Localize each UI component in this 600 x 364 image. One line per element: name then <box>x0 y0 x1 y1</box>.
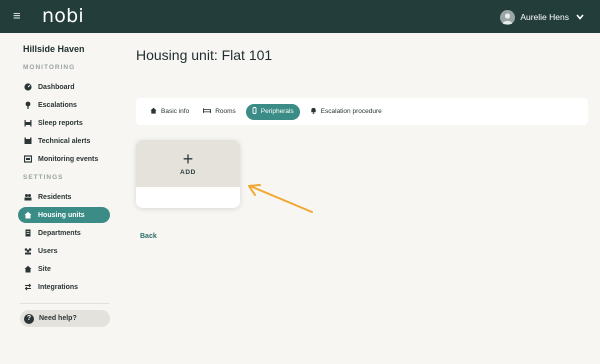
sidebar: Hillside Haven MONITORING Dashboard Esca… <box>0 33 120 364</box>
sidebar-item-label: Housing units <box>38 211 85 219</box>
tab-peripherals[interactable]: Peripherals <box>245 103 300 120</box>
building-icon <box>24 229 32 237</box>
swap-icon <box>24 283 32 291</box>
sidebar-item-housing-units[interactable]: Housing units <box>18 207 110 223</box>
home-icon <box>150 107 157 116</box>
sidebar-divider <box>20 303 109 304</box>
sidebar-item-escalations[interactable]: Escalations <box>18 97 110 113</box>
add-label: ADD <box>180 169 196 176</box>
sidebar-item-label: Technical alerts <box>38 137 91 145</box>
sidebar-item-label: Escalations <box>38 101 77 109</box>
sidebar-item-label: Sleep reports <box>38 119 83 127</box>
chevron-down-icon <box>576 12 584 22</box>
monitor-icon <box>24 155 32 163</box>
user-menu[interactable]: Aurelie Hens <box>500 8 584 26</box>
monitoring-section-label: MONITORING <box>23 64 76 71</box>
settings-section-label: SETTINGS <box>23 174 64 181</box>
need-help-button[interactable]: ? Need help? <box>20 310 110 327</box>
sidebar-item-sleep-reports[interactable]: Sleep reports <box>18 115 110 131</box>
hamburger-icon[interactable]: ≡ <box>13 9 26 22</box>
sidebar-item-users[interactable]: Users <box>18 243 110 259</box>
organization-name: Hillside Haven <box>23 44 85 54</box>
page-title: Housing unit: Flat 101 <box>136 47 273 63</box>
pin-icon <box>24 101 32 109</box>
peripheral-icon <box>252 107 257 116</box>
sidebar-item-departments[interactable]: Departments <box>18 225 110 241</box>
bed-icon <box>24 119 32 127</box>
people-icon <box>24 193 32 201</box>
tab-label: Basic info <box>161 108 190 115</box>
sidebar-item-label: Users <box>38 247 58 255</box>
sidebar-item-site[interactable]: Site <box>18 261 110 277</box>
annotation-arrow-icon <box>248 184 313 213</box>
need-help-label: Need help? <box>39 315 77 322</box>
tab-label: Escalation procedure <box>320 108 382 115</box>
app-logo[interactable]: nobi <box>42 5 84 27</box>
sidebar-item-label: Residents <box>38 193 72 201</box>
question-icon: ? <box>24 313 34 324</box>
bed-icon <box>203 107 212 116</box>
top-bar: ≡ nobi Aurelie Hens <box>0 0 600 33</box>
house-icon <box>24 265 32 273</box>
user-avatar-icon <box>500 9 516 25</box>
tab-label: Peripherals <box>260 108 294 115</box>
sidebar-item-label: Site <box>38 265 51 273</box>
sidebar-item-label: Integrations <box>38 283 79 291</box>
plus-icon: + <box>182 149 194 169</box>
sidebar-item-integrations[interactable]: Integrations <box>18 279 110 295</box>
add-peripheral-card[interactable]: + ADD <box>136 140 240 208</box>
sidebar-item-label: Monitoring events <box>38 155 99 163</box>
back-link[interactable]: Back <box>140 233 157 240</box>
sidebar-item-residents[interactable]: Residents <box>18 189 110 205</box>
bell-icon <box>310 107 317 116</box>
sidebar-item-technical-alerts[interactable]: Technical alerts <box>18 133 110 149</box>
tab-escalation-procedure[interactable]: Escalation procedure <box>306 104 386 120</box>
tab-rooms[interactable]: Rooms <box>199 104 240 120</box>
alert-icon <box>24 137 32 145</box>
tab-bar: Basic info Rooms Peripherals Escalation … <box>136 98 588 125</box>
sidebar-item-monitoring-events[interactable]: Monitoring events <box>18 151 110 167</box>
sidebar-item-label: Dashboard <box>38 83 75 91</box>
tab-basic-info[interactable]: Basic info <box>146 104 193 120</box>
dashboard-icon <box>24 83 32 91</box>
users-icon <box>24 247 32 255</box>
add-peripheral-button[interactable]: + ADD <box>136 140 240 187</box>
tab-label: Rooms <box>215 108 236 115</box>
sidebar-item-label: Departments <box>38 229 81 237</box>
home-icon <box>24 211 32 219</box>
sidebar-item-dashboard[interactable]: Dashboard <box>18 79 110 95</box>
user-name: Aurelie Hens <box>520 12 569 22</box>
